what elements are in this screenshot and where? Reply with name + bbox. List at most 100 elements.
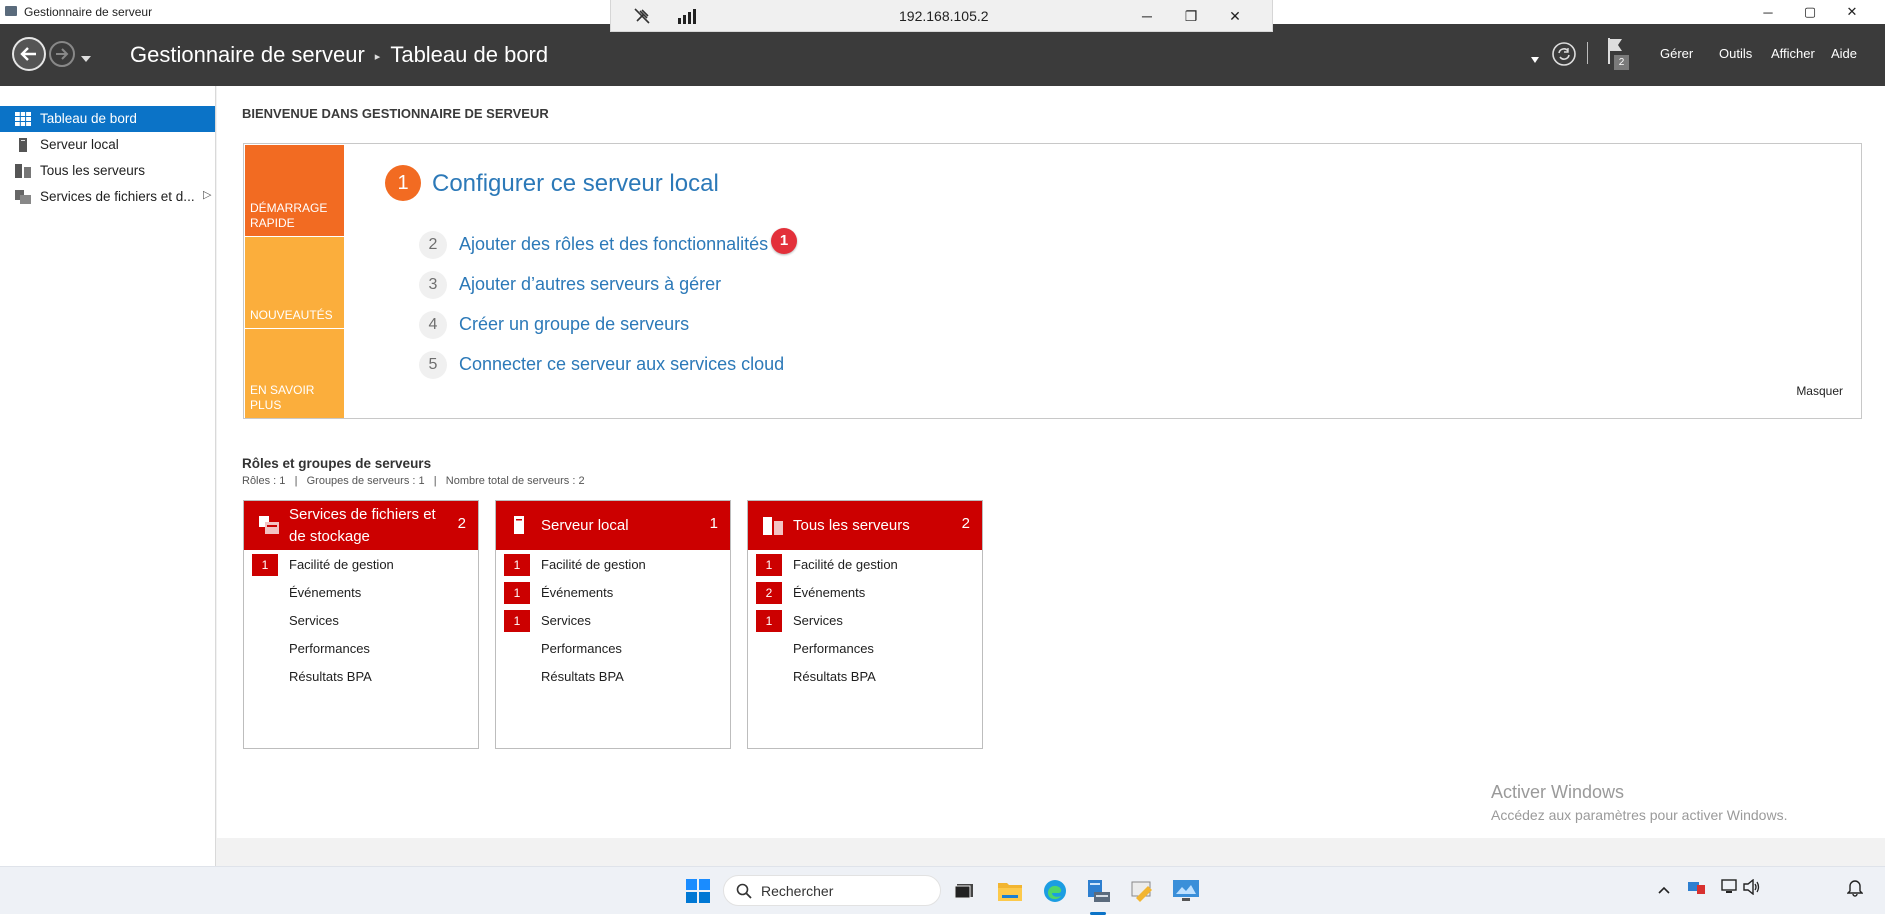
sidebar-item-local-server[interactable]: Serveur local [0, 132, 215, 158]
card-row-events[interactable]: Événements [244, 581, 478, 605]
taskbar: Rechercher [0, 866, 1885, 915]
task-view-button[interactable] [949, 876, 979, 906]
tools-icon [1131, 881, 1152, 902]
card-row-manageability[interactable]: 1 Facilité de gestion [496, 553, 730, 577]
card-row-bpa-results[interactable]: Résultats BPA [496, 665, 730, 689]
back-button[interactable] [12, 37, 46, 71]
tile-label: DÉMARRAGE RAPIDE [250, 201, 328, 230]
servers-icon [763, 517, 783, 540]
step-4-number: 4 [419, 311, 447, 339]
step-1-number: 1 [385, 165, 421, 201]
bell-icon [1846, 880, 1864, 897]
arrow-right-icon [56, 48, 69, 60]
window-minimize-button[interactable]: ─ [1750, 0, 1786, 24]
expand-arrow-icon[interactable]: ▷ [203, 188, 211, 201]
history-dropdown-button[interactable] [80, 50, 92, 68]
refresh-button[interactable] [1551, 41, 1577, 72]
tile-whats-new[interactable]: NOUVEAUTÉS [245, 237, 344, 328]
card-header[interactable]: Tous les serveurs 2 [748, 501, 982, 550]
menu-manage[interactable]: Gérer [1660, 46, 1693, 61]
remote-desktop-button[interactable] [1171, 876, 1201, 906]
app-header: Gestionnaire de serveur ▸ Tableau de bord … [0, 24, 1885, 86]
rdp-restore-button[interactable]: ❐ [1177, 4, 1205, 28]
control-panel-button[interactable] [1127, 876, 1157, 906]
alert-badge: 1 [756, 610, 782, 632]
row-label: Résultats BPA [793, 669, 876, 684]
taskbar-search[interactable]: Rechercher [723, 875, 941, 906]
file-explorer-button[interactable] [995, 876, 1025, 906]
search-placeholder: Rechercher [761, 883, 834, 899]
monitor-icon [1173, 880, 1199, 901]
create-server-group-link[interactable]: Créer un groupe de serveurs [459, 314, 689, 335]
annotation-badge: 1 [771, 228, 797, 254]
card-row-performance[interactable]: Performances [244, 637, 478, 661]
row-label: Performances [793, 641, 874, 656]
sidebar-item-file-services[interactable]: Services de fichiers et d... ▷ [0, 184, 215, 210]
card-row-performance[interactable]: Performances [748, 637, 982, 661]
row-label: Événements [289, 585, 362, 600]
card-row-manageability[interactable]: 1 Facilité de gestion [244, 553, 478, 577]
card-row-events[interactable]: 1 Événements [496, 581, 730, 605]
sidebar-item-all-servers[interactable]: Tous les serveurs [0, 158, 215, 184]
sidebar-item-label: Tableau de bord [40, 111, 137, 126]
forward-button[interactable] [49, 41, 75, 67]
card-row-services[interactable]: Services [244, 609, 478, 633]
window-maximize-button[interactable]: ▢ [1792, 0, 1828, 24]
tile-quick-start[interactable]: DÉMARRAGE RAPIDE [245, 145, 344, 236]
add-other-servers-link[interactable]: Ajouter d’autres serveurs à gérer [459, 274, 721, 295]
card-row-bpa-results[interactable]: Résultats BPA [748, 665, 982, 689]
card-count: 2 [961, 515, 970, 532]
card-header[interactable]: Serveur local 1 [496, 501, 730, 550]
unpin-icon[interactable] [628, 4, 656, 28]
quick-start-panel: DÉMARRAGE RAPIDE NOUVEAUTÉS EN SAVOIR PL… [243, 143, 1862, 419]
dashboard-icon [15, 112, 31, 129]
navigation-sidebar: Tableau de bord Serveur local Tous les s… [0, 86, 216, 866]
network-button[interactable] [1721, 879, 1739, 898]
roles-section-title: Rôles et groupes de serveurs [242, 456, 432, 471]
hide-link[interactable]: Masquer [1796, 384, 1843, 398]
alert-badge: 1 [252, 554, 278, 576]
row-label: Facilité de gestion [793, 557, 898, 572]
volume-button[interactable] [1743, 878, 1761, 898]
file-services-icon [15, 190, 31, 207]
tray-app-button[interactable] [1688, 879, 1706, 898]
card-row-services[interactable]: 1 Services [496, 609, 730, 633]
window-close-button[interactable]: ✕ [1834, 0, 1870, 24]
rdp-close-button[interactable]: ✕ [1221, 4, 1249, 28]
menu-help[interactable]: Aide [1831, 46, 1857, 61]
start-button[interactable] [683, 876, 713, 906]
speaker-icon [1743, 878, 1760, 896]
notification-center-button[interactable] [1846, 879, 1864, 900]
configure-local-server-link[interactable]: Configurer ce serveur local [432, 170, 719, 198]
card-header[interactable]: Services de fichiers et de stockage 2 [244, 501, 478, 550]
role-card-all-servers[interactable]: Tous les serveurs 2 1 Facilité de gestio… [747, 500, 983, 749]
tray-overflow-button[interactable] [1658, 881, 1670, 897]
file-storage-icon [259, 516, 279, 539]
connection-quality-icon[interactable] [673, 4, 701, 28]
activation-watermark-subtitle: Accédez aux paramètres pour activer Wind… [1491, 807, 1788, 823]
card-row-events[interactable]: 2 Événements [748, 581, 982, 605]
breadcrumb: Gestionnaire de serveur ▸ Tableau de bord [130, 42, 548, 68]
server-manager-taskbar-button[interactable] [1083, 876, 1113, 906]
card-row-services[interactable]: 1 Services [748, 609, 982, 633]
rdp-minimize-button[interactable]: ─ [1133, 4, 1161, 28]
notification-count-badge: 2 [1614, 55, 1629, 70]
breadcrumb-root[interactable]: Gestionnaire de serveur [130, 42, 365, 67]
card-row-bpa-results[interactable]: Résultats BPA [244, 665, 478, 689]
add-roles-features-link[interactable]: Ajouter des rôles et des fonctionnalités [459, 234, 768, 255]
role-card-file-storage[interactable]: Services de fichiers et de stockage 2 1 … [243, 500, 479, 749]
device-icon [1688, 882, 1705, 894]
row-label: Services [793, 613, 843, 628]
edge-browser-button[interactable] [1040, 876, 1070, 906]
connect-cloud-services-link[interactable]: Connecter ce serveur aux services cloud [459, 354, 784, 375]
card-row-manageability[interactable]: 1 Facilité de gestion [748, 553, 982, 577]
card-row-performance[interactable]: Performances [496, 637, 730, 661]
menu-tools[interactable]: Outils [1719, 46, 1752, 61]
tile-learn-more[interactable]: EN SAVOIR PLUS [245, 329, 344, 418]
role-card-local-server[interactable]: Serveur local 1 1 Facilité de gestion 1 … [495, 500, 731, 749]
chevron-up-icon [1658, 886, 1670, 894]
alert-badge: 1 [504, 582, 530, 604]
refresh-dropdown-button[interactable] [1531, 50, 1539, 68]
menu-view[interactable]: Afficher [1771, 46, 1815, 61]
sidebar-item-dashboard[interactable]: Tableau de bord [0, 106, 215, 132]
